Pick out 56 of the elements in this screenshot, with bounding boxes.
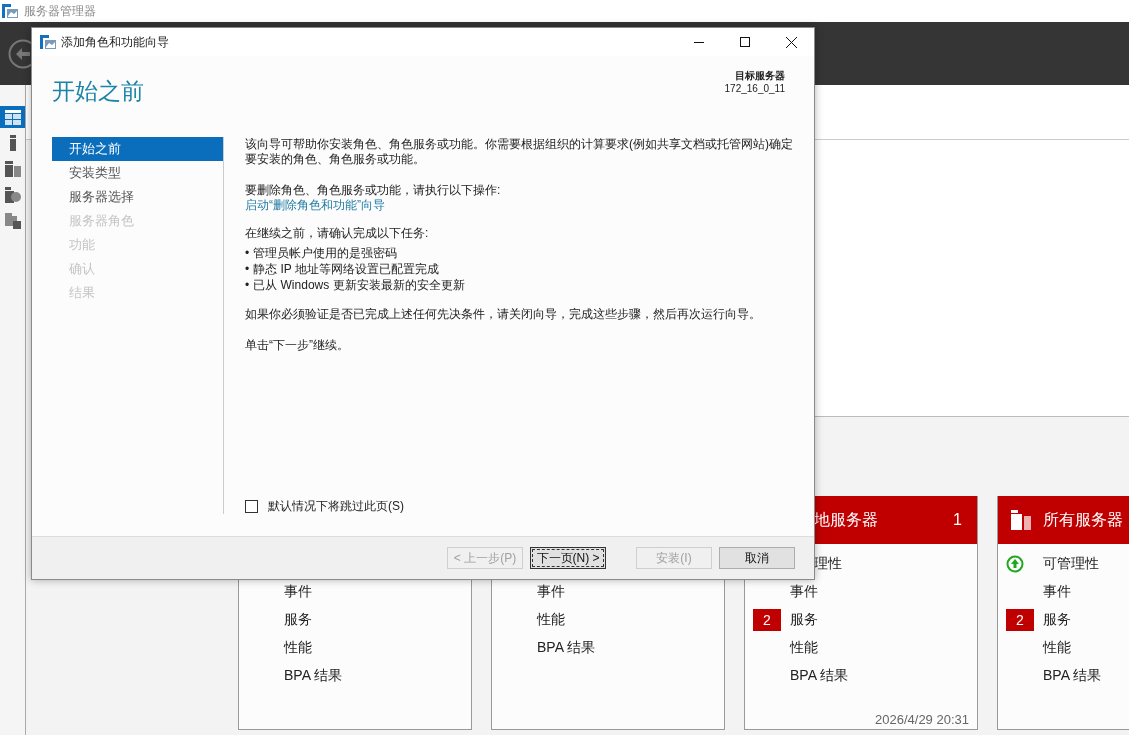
tile-link[interactable]: 事件: [537, 583, 565, 601]
bullet: •: [245, 245, 250, 261]
tile-link[interactable]: 事件: [1043, 583, 1071, 601]
task-text: 管理员帐户使用的是强密码: [253, 245, 398, 261]
count-badge: 2: [1006, 609, 1034, 631]
continue-text: 单击“下一步”继续。: [245, 338, 350, 353]
tile-title: 地服务器: [814, 509, 878, 530]
verify-text: 如果你必须验证是否已完成上述任何先决条件，请关闭向导，完成这些步骤，然后再次运行向导。: [245, 307, 762, 322]
wizard-button[interactable]: 取消: [719, 547, 795, 569]
intro-text: 该向导可帮助你安装角色、角色服务或功能。你需要根据组织的计算要求(例如共享文档或托管网站)确定要安装的角色、角色服务或功能。: [245, 137, 794, 167]
page-heading: 开始之前: [52, 76, 144, 106]
dashboard-icon: [4, 109, 21, 125]
tile-link[interactable]: 事件: [790, 583, 818, 601]
wizard-step[interactable]: 服务器选择: [52, 185, 223, 209]
tile-link[interactable]: BPA 结果: [284, 667, 343, 685]
wizard-step[interactable]: 安装类型: [52, 161, 223, 185]
task-text: 已从 Windows 更新安装最新的安全更新: [253, 277, 465, 293]
tile-link[interactable]: 事件: [284, 583, 312, 601]
target-server-label: 目标服务器: [734, 69, 785, 82]
tile-count: 1: [953, 511, 962, 529]
remove-wizard-link[interactable]: 启动“删除角色和功能”向导: [245, 198, 385, 213]
tile-link[interactable]: BPA 结果: [790, 667, 849, 685]
app-title: 服务器管理器: [24, 2, 96, 20]
wizard-step[interactable]: 开始之前: [52, 137, 223, 161]
maximize-icon: [740, 37, 750, 47]
tile-link[interactable]: 服务: [284, 611, 312, 629]
checkbox-label[interactable]: 默认情况下将跳过此页(S): [268, 499, 404, 514]
skip-checkbox[interactable]: [245, 500, 258, 513]
tile-link[interactable]: 性能: [537, 611, 565, 629]
tile-link[interactable]: BPA 结果: [1043, 667, 1102, 685]
tile-link[interactable]: 理性: [814, 555, 842, 573]
tile-link[interactable]: 可管理性: [1043, 555, 1099, 573]
count-badge: 2: [753, 609, 781, 631]
tile-link[interactable]: 性能: [1043, 639, 1071, 657]
tile-link[interactable]: 服务: [790, 611, 818, 629]
tile-link[interactable]: 性能: [284, 639, 312, 657]
wizard-button[interactable]: 下一页(N) >: [530, 547, 606, 569]
tile-link[interactable]: 服务: [1043, 611, 1071, 629]
server-icon: [9, 135, 16, 151]
minimize-icon: [694, 41, 704, 43]
close-icon: [785, 36, 797, 48]
wizard-icon: [40, 35, 56, 49]
dialog-title: 添加角色和功能向导: [61, 33, 169, 51]
tile-link[interactable]: BPA 结果: [537, 639, 596, 657]
servers-icon: [4, 161, 21, 177]
target-server-name: 172_16_0_11: [724, 82, 785, 95]
servers-icon: [1011, 510, 1031, 530]
bullet: •: [245, 261, 250, 277]
confirm-text: 在继续之前，请确认完成以下任务:: [245, 226, 430, 241]
nav-item[interactable]: [0, 106, 25, 128]
remove-text: 要删除角色、角色服务或功能，请执行以下操作:: [245, 183, 502, 198]
timestamp: 2026/4/29 20:31: [875, 712, 969, 727]
task-text: 静态 IP 地址等网络设置已配置完成: [253, 261, 439, 277]
tile-link[interactable]: 性能: [790, 639, 818, 657]
tile-title: 所有服务器: [1043, 509, 1123, 530]
bullet: •: [245, 277, 250, 293]
